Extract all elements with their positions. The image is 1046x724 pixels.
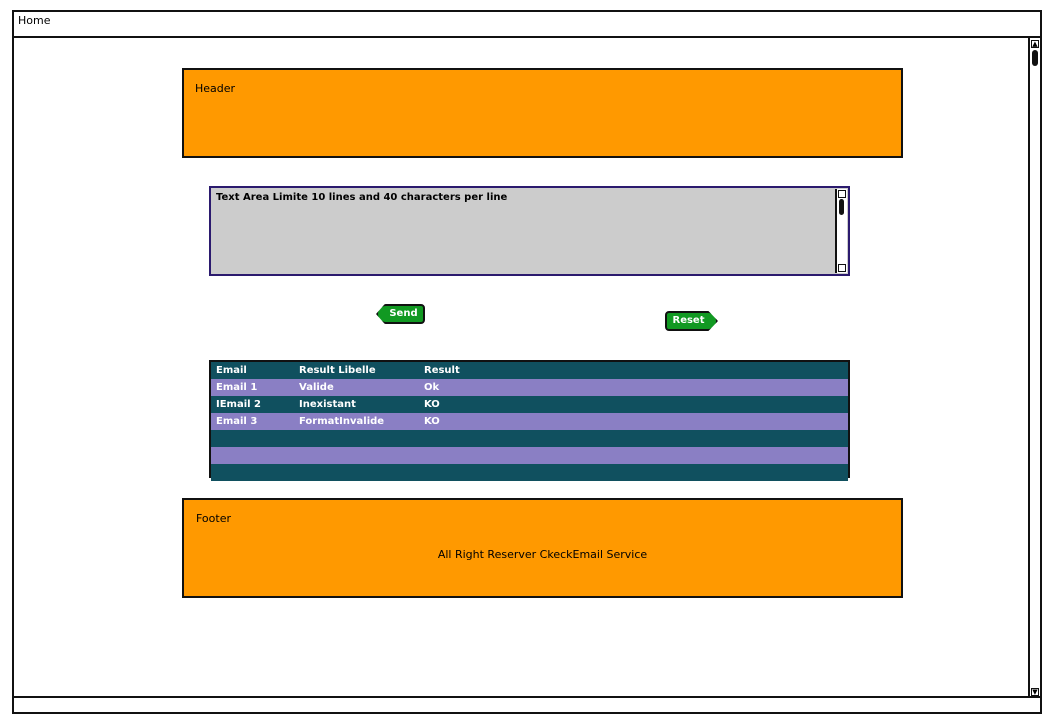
textarea-scroll-up-icon[interactable] [838,190,846,198]
cell-result-libelle: Inexistant [299,399,356,410]
page-vertical-scrollbar[interactable]: ▲ ▼ [1028,38,1040,698]
scroll-thumb[interactable] [1032,50,1038,66]
cell-email: IEmail 2 [216,399,262,410]
scroll-up-arrow-icon[interactable]: ▲ [1031,40,1039,48]
footer-label: Footer [196,512,231,525]
column-header-result[interactable]: Result [424,362,460,379]
emails-textarea[interactable]: Text Area Limite 10 lines and 40 charact… [209,186,850,276]
column-header-email[interactable]: Email [216,362,247,379]
cell-email: Email 1 [216,382,258,393]
header-panel: Header [182,68,903,158]
window-title: Home [18,14,51,27]
footer-copyright: All Right Reserver CkeckEmail Service [437,548,648,561]
textarea-scroll-down-icon[interactable] [838,264,846,272]
column-header-result-libelle[interactable]: Result Libelle [299,362,376,379]
header-label: Header [195,82,236,95]
table-row[interactable] [211,464,848,481]
reset-button[interactable]: Reset [665,311,718,331]
cell-result-libelle: Valide [299,382,334,393]
table-row[interactable] [211,447,848,464]
cell-email: Email 3 [216,416,258,427]
table-row[interactable]: Email 1 Valide Ok [211,379,848,396]
window-status-bar [14,696,1040,712]
table-row[interactable]: IEmail 2 Inexistant KO [211,396,848,413]
send-button[interactable]: Send [376,304,425,324]
cell-result: KO [424,399,440,410]
table-row[interactable] [211,430,848,447]
cell-result-libelle: FormatInvalide [299,416,385,427]
scroll-down-arrow-icon[interactable]: ▼ [1031,688,1039,696]
cell-result: KO [424,416,440,427]
table-header-row: Email Result Libelle Result [211,362,848,379]
cell-result: Ok [424,382,440,393]
textarea-content: Text Area Limite 10 lines and 40 charact… [216,192,508,203]
textarea-scrollbar[interactable] [835,189,847,273]
results-table: Email Result Libelle Result Email 1 Vali… [209,360,850,481]
table-row[interactable]: Email 3 FormatInvalide KO [211,413,848,430]
textarea-scroll-thumb[interactable] [839,199,844,215]
window-title-bar: Home [14,12,1040,38]
footer-panel: Footer All Right Reserver CkeckEmail Ser… [182,498,903,598]
